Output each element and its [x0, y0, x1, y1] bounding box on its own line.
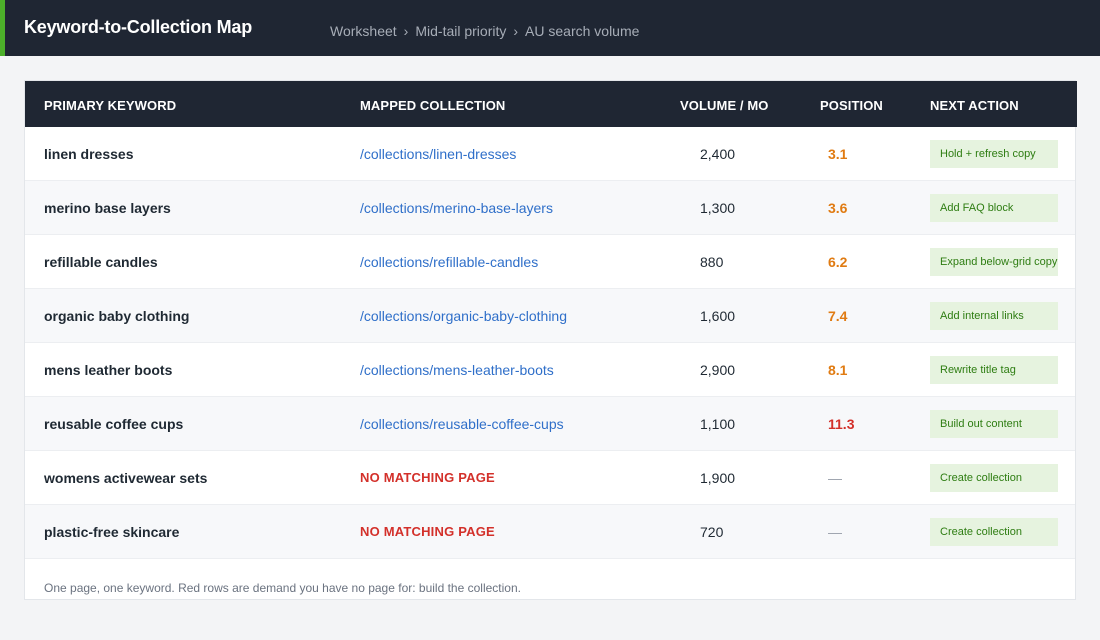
next-action-button[interactable]: Expand below-grid copy	[930, 247, 1058, 276]
breadcrumb-item-mid-tail-priority[interactable]: Mid-tail priority	[415, 23, 506, 39]
table-row: plastic-free skincare NO MATCHING PAGE 720…	[25, 505, 1075, 559]
collection-cell: NO MATCHING PAGE	[360, 451, 495, 504]
breadcrumb-separator: ›	[403, 23, 409, 39]
brand-accent-stripe	[0, 0, 5, 56]
next-action-cell: Add internal links	[930, 289, 1058, 342]
volume-cell: 1,100	[700, 415, 736, 432]
keyword-cell: mens leather boots	[44, 361, 173, 378]
position-cell: 11.3	[828, 415, 855, 432]
collection-link[interactable]: /collections/refillable-candles	[360, 254, 538, 270]
page-title: Keyword-to-Collection Map	[24, 17, 252, 37]
position-cell: 6.2	[828, 253, 848, 270]
collection-cell: /collections/reusable-coffee-cups	[360, 397, 564, 450]
next-action-button[interactable]: Hold + refresh copy	[930, 139, 1058, 168]
table-row: womens activewear sets NO MATCHING PAGE 1,…	[25, 451, 1075, 505]
position-cell: —	[828, 523, 842, 540]
keyword-cell: merino base layers	[44, 199, 171, 216]
column-header-position: POSITION	[820, 98, 883, 113]
collection-cell: NO MATCHING PAGE	[360, 505, 495, 558]
position-cell: 7.4	[828, 307, 848, 324]
keyword-cell: organic baby clothing	[44, 307, 190, 324]
keyword-cell: linen dresses	[44, 145, 134, 162]
table-header: PRIMARY KEYWORD MAPPED COLLECTION VOLUME…	[25, 81, 1077, 127]
collection-cell: /collections/mens-leather-boots	[360, 343, 554, 396]
keyword-map-table-card: PRIMARY KEYWORD MAPPED COLLECTION VOLUME…	[24, 80, 1077, 600]
collection-link[interactable]: /collections/merino-base-layers	[360, 200, 553, 216]
breadcrumb-item-au-search-volume[interactable]: AU search volume	[525, 23, 639, 39]
collection-cell: /collections/organic-baby-clothing	[360, 289, 567, 342]
position-cell: 3.6	[828, 199, 848, 216]
volume-cell: 2,900	[700, 361, 736, 378]
table-row: linen dresses/collections/linen-dresses 2…	[25, 127, 1075, 181]
collection-cell: /collections/merino-base-layers	[360, 181, 553, 234]
position-cell: 3.1	[828, 145, 848, 162]
breadcrumb-separator: ›	[513, 23, 519, 39]
keyword-cell: womens activewear sets	[44, 469, 208, 486]
volume-cell: 1,300	[700, 199, 736, 216]
table-row: mens leather boots/collections/mens-leat…	[25, 343, 1075, 397]
volume-cell: 880	[700, 253, 724, 270]
next-action-cell: Build out content	[930, 397, 1058, 450]
column-header-mapped-collection: MAPPED COLLECTION	[360, 98, 506, 113]
no-matching-page-label: NO MATCHING PAGE	[360, 470, 495, 485]
next-action-button[interactable]: Rewrite title tag	[930, 355, 1058, 384]
no-matching-page-label: NO MATCHING PAGE	[360, 524, 495, 539]
collection-link[interactable]: /collections/mens-leather-boots	[360, 362, 554, 378]
table-footnote: One page, one keyword. Red rows are dema…	[44, 581, 521, 595]
top-bar: Keyword-to-Collection Map Worksheet › Mi…	[0, 0, 1100, 56]
collection-cell: /collections/linen-dresses	[360, 127, 516, 180]
next-action-cell: Create collection	[930, 505, 1058, 558]
collection-cell: /collections/refillable-candles	[360, 235, 538, 288]
breadcrumb-item-worksheet[interactable]: Worksheet	[330, 23, 397, 39]
next-action-cell: Rewrite title tag	[930, 343, 1058, 396]
table-row: refillable candles/collections/refillabl…	[25, 235, 1075, 289]
keyword-cell: refillable candles	[44, 253, 158, 270]
table-row: merino base layers/collections/merino-ba…	[25, 181, 1075, 235]
position-cell: —	[828, 469, 842, 486]
column-header-next-action: NEXT ACTION	[930, 98, 1019, 113]
column-header-primary-keyword: PRIMARY KEYWORD	[44, 98, 177, 113]
keyword-cell: reusable coffee cups	[44, 415, 184, 432]
breadcrumb: Worksheet › Mid-tail priority › AU searc…	[330, 23, 639, 39]
keyword-cell: plastic-free skincare	[44, 523, 180, 540]
volume-cell: 1,900	[700, 469, 736, 486]
volume-cell: 720	[700, 523, 724, 540]
next-action-cell: Hold + refresh copy	[930, 127, 1058, 180]
collection-link[interactable]: /collections/reusable-coffee-cups	[360, 416, 564, 432]
next-action-button[interactable]: Create collection	[930, 517, 1058, 546]
collection-link[interactable]: /collections/organic-baby-clothing	[360, 308, 567, 324]
next-action-button[interactable]: Build out content	[930, 409, 1058, 438]
next-action-cell: Expand below-grid copy	[930, 235, 1058, 288]
collection-link[interactable]: /collections/linen-dresses	[360, 146, 516, 162]
next-action-button[interactable]: Add internal links	[930, 301, 1058, 330]
table-row: organic baby clothing/collections/organi…	[25, 289, 1075, 343]
next-action-button[interactable]: Create collection	[930, 463, 1058, 492]
table-row: reusable coffee cups/collections/reusabl…	[25, 397, 1075, 451]
next-action-cell: Add FAQ block	[930, 181, 1058, 234]
volume-cell: 2,400	[700, 145, 736, 162]
column-header-volume: VOLUME / MO	[680, 98, 769, 113]
next-action-cell: Create collection	[930, 451, 1058, 504]
volume-cell: 1,600	[700, 307, 736, 324]
position-cell: 8.1	[828, 361, 848, 378]
next-action-button[interactable]: Add FAQ block	[930, 193, 1058, 222]
